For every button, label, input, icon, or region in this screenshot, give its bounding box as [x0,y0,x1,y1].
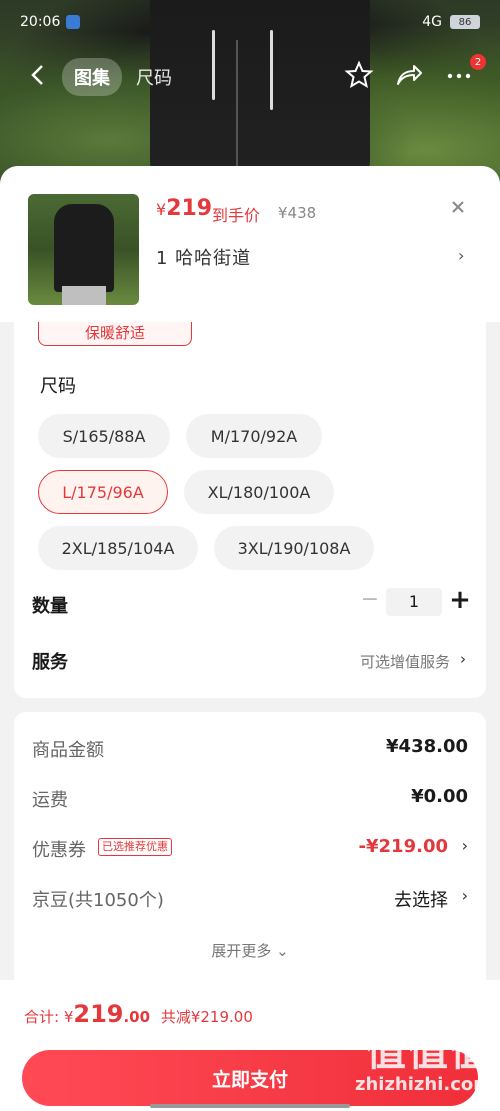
chevron-left-icon [31,65,43,85]
total-label: 合计: ¥ [24,1008,74,1026]
expand-more-label: 展开更多 [211,942,272,960]
notification-badge: 2 [470,54,486,70]
shipping-label: 运费 [32,790,68,811]
thumbnail-hoodie [54,204,114,292]
sheet-header: ¥219 到手价 ¥438 1 哈哈街道 › [0,166,500,322]
total-integer: 219 [73,1000,124,1028]
jingdou-label: 京豆(共1050个) [32,890,164,911]
goods-amount-label: 商品金额 [32,740,104,761]
close-button[interactable] [448,198,468,218]
size-chip-3xl[interactable]: 3XL/190/108A [214,526,374,570]
selected-spec[interactable]: 1 哈哈街道 [156,244,251,270]
total-decimal: .00 [123,1008,151,1026]
goods-amount-row: 商品金额 ¥438.00 [32,736,468,764]
options-card: 保暖舒适 尺码 S/165/88A M/170/92A L/175/96A XL… [14,322,486,698]
coupon-chevron-icon[interactable]: › [462,836,468,855]
size-chip-2xl[interactable]: 2XL/185/104A [38,526,198,570]
chevron-right-icon[interactable]: › [458,246,464,265]
top-nav: 图集 尺码 [0,56,500,96]
quantity-decrease-button[interactable]: − [358,588,382,612]
watermark-logo: 值值值 [366,1029,492,1075]
original-price: ¥438 [278,204,317,222]
coupon-recommend-tag: 已选推荐优惠 [98,838,172,856]
more-button[interactable] [444,60,474,94]
jingdou-chevron-icon[interactable]: › [462,886,468,905]
goods-amount-value: ¥438.00 [386,736,468,757]
expand-more-button[interactable]: 展开更多 ⌄ [14,940,486,961]
quantity-input[interactable]: 1 [386,588,442,616]
app-notification-icon [66,15,81,29]
chevron-down-icon: ⌄ [276,942,289,960]
size-chip-xl[interactable]: XL/180/100A [184,470,334,514]
price-value: 219 [166,196,213,221]
product-thumbnail[interactable] [28,194,139,305]
thumbnail-pants [62,286,106,305]
coupon-label: 优惠券 [32,840,86,861]
shipping-value: ¥0.00 [411,786,468,807]
tab-gallery[interactable]: 图集 [62,58,122,96]
coupon-row[interactable]: 优惠券 已选推荐优惠 -¥219.00 › [32,836,468,864]
status-time: 20:06 [20,14,61,30]
shipping-row: 运费 ¥0.00 [32,786,468,814]
fee-summary-card: 商品金额 ¥438.00 运费 ¥0.00 优惠券 已选推荐优惠 -¥219.0… [14,712,486,1002]
size-chip-l[interactable]: L/175/96A [38,470,168,514]
final-price: ¥219 [156,196,212,221]
quantity-increase-button[interactable]: + [448,586,472,614]
total-amount: 合计: ¥219.00 共减¥219.00 [24,1000,253,1028]
price-tag-label: 到手价 [212,206,261,225]
jingdou-row[interactable]: 京豆(共1050个) 去选择 › [32,886,468,914]
total-discount: 共减¥219.00 [160,1008,253,1026]
network-indicator: 4G [422,14,442,30]
service-value[interactable]: 可选增值服务 [360,651,450,672]
site-watermark: 值值值 zhizhizhi.com [352,1030,492,1104]
price-currency: ¥ [156,200,167,219]
spec-selection-sheet: ¥219 到手价 ¥438 1 哈哈街道 › 保暖舒适 尺码 S/165/88A… [0,166,500,1111]
home-indicator[interactable] [150,1104,350,1108]
favorite-button[interactable] [344,60,374,94]
star-icon [344,60,374,89]
jingdou-value[interactable]: 去选择 [394,886,448,912]
option-chip-partial[interactable]: 保暖舒适 [38,322,192,346]
coupon-value: -¥219.00 [358,836,448,857]
service-chevron-icon[interactable]: › [460,650,466,668]
size-section-title: 尺码 [40,376,76,397]
service-label: 服务 [32,652,68,673]
share-icon [397,65,422,85]
quantity-label: 数量 [32,596,68,617]
size-chip-m[interactable]: M/170/92A [186,414,322,458]
share-button[interactable] [394,60,424,94]
watermark-site: zhizhizhi.com [354,1074,492,1095]
close-icon [452,201,464,213]
back-button[interactable] [22,60,52,90]
tab-size[interactable]: 尺码 [136,64,172,90]
status-bar: 20:06 4G 86 [20,8,480,36]
battery-icon: 86 [450,15,480,29]
size-chip-s[interactable]: S/165/88A [38,414,170,458]
